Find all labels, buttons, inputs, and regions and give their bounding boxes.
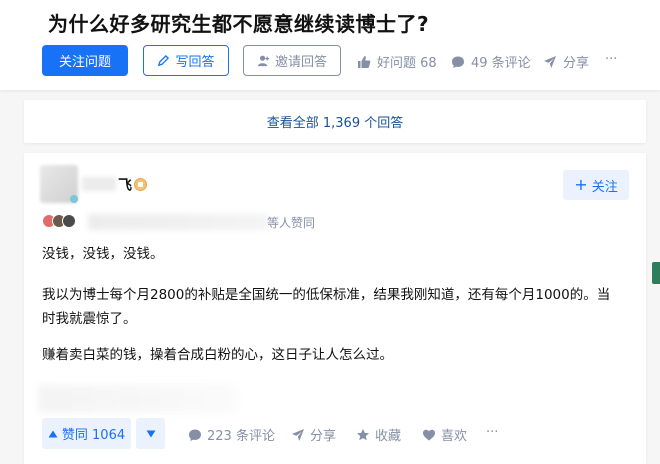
avatar-status-dot [70, 195, 78, 203]
view-all-answers-button[interactable]: 查看全部 1,369 个回答 [24, 100, 646, 143]
star-icon [356, 428, 370, 442]
view-all-answers-label: 查看全部 1,369 个回答 [266, 116, 404, 131]
answer-comments-label: 223 条评论 [207, 429, 275, 444]
voter-names-blurred [88, 214, 268, 230]
triangle-up-icon [48, 429, 58, 439]
follow-question-label: 关注问题 [58, 55, 111, 70]
vote-up-label: 赞同 1064 [61, 428, 126, 443]
good-question-button[interactable]: 好问题 68 [357, 52, 437, 71]
comment-icon [188, 428, 202, 442]
voter-avatar [62, 214, 76, 228]
invite-answer-button[interactable]: 邀请回答 [243, 45, 341, 76]
more-icon[interactable]: ··· [486, 425, 498, 440]
answer-share-label: 分享 [310, 429, 337, 444]
collect-button[interactable]: 收藏 [356, 425, 401, 444]
question-share-button[interactable]: 分享 [543, 52, 589, 71]
share-icon [291, 428, 305, 442]
question-comments-label: 49 条评论 [471, 56, 531, 71]
answer-card: 飞 + 关注 等人赞同 没钱，没钱，没钱。 我以为博士每个月2800的补贴是全国… [24, 153, 646, 464]
question-share-label: 分享 [563, 56, 590, 71]
triangle-down-icon [146, 424, 156, 443]
answer-paragraph: 我以为博士每个月2800的补贴是全国统一的低保标准，结果我刚知道，还有每个月10… [42, 287, 611, 327]
follow-question-button[interactable]: 关注问题 [42, 45, 128, 76]
invite-user-icon [257, 54, 270, 67]
answer-more-label: ··· [486, 425, 499, 440]
voters-text: 等人赞同 [267, 216, 316, 230]
vote-down-button[interactable] [136, 418, 165, 449]
collect-label: 收藏 [375, 429, 402, 444]
plus-icon: + [574, 175, 588, 194]
good-question-label: 好问题 68 [377, 56, 437, 71]
answer-paragraph: 没钱，没钱，没钱。 [42, 246, 164, 262]
heart-icon [422, 428, 436, 442]
share-icon [543, 55, 557, 69]
comment-icon [451, 55, 465, 69]
answer-comments-button[interactable]: 223 条评论 [188, 425, 275, 444]
question-comments-button[interactable]: 49 条评论 [451, 52, 531, 71]
question-title[interactable]: 为什么好多研究生都不愿意继续读博士了? [48, 8, 429, 37]
follow-author-label: 关注 [591, 179, 618, 195]
vote-up-button[interactable]: 赞同 1064 [42, 418, 131, 449]
answer-paragraph: 赚着卖白菜的钱，操着合成白粉的心，这日子让人怎么过。 [42, 347, 393, 363]
thumb-up-icon [357, 55, 371, 69]
badge-icon [134, 178, 147, 191]
answer-share-button[interactable]: 分享 [291, 425, 336, 444]
blurred-overlay [38, 385, 238, 413]
pen-icon [157, 54, 170, 67]
like-button[interactable]: 喜欢 [422, 425, 467, 444]
question-header: 为什么好多研究生都不愿意继续读博士了? 关注问题 写回答 邀请回答 好问题 68… [0, 0, 660, 90]
voter-avatars [42, 214, 76, 228]
side-edge-strip [652, 262, 660, 284]
more-icon[interactable]: ··· [605, 52, 617, 67]
like-label: 喜欢 [441, 429, 468, 444]
write-answer-label: 写回答 [175, 55, 215, 70]
question-more-label: ··· [605, 52, 618, 67]
author-name[interactable]: 飞 [118, 175, 132, 195]
follow-author-button[interactable]: + 关注 [563, 170, 629, 200]
write-answer-button[interactable]: 写回答 [143, 45, 229, 76]
invite-answer-label: 邀请回答 [274, 55, 327, 70]
author-name-blurred [82, 177, 116, 191]
